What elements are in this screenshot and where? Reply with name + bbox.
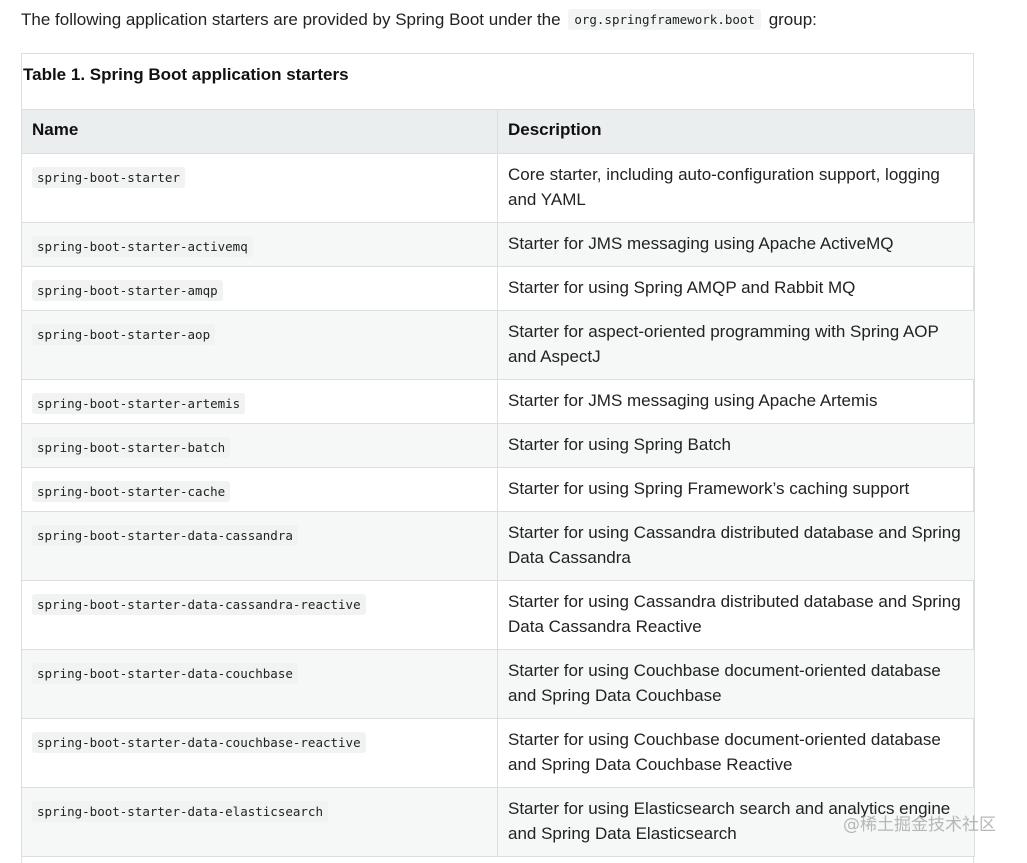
starter-description: Starter for using Cassandra distributed …	[497, 580, 975, 650]
starter-name-cell: spring-boot-starter-activemq	[21, 222, 498, 267]
table-row: spring-boot-starter-data-couchbase Start…	[21, 649, 975, 719]
starter-description: Starter for JMS messaging using Apache A…	[497, 379, 975, 424]
starter-description: Starter for using Couchbase document-ori…	[497, 718, 975, 788]
table-row: spring-boot-starter-data-cassandra-react…	[21, 580, 975, 650]
starter-description: Starter for using Couchbase document-ori…	[497, 649, 975, 719]
starter-name-cell: spring-boot-starter-batch	[21, 423, 498, 468]
starter-name-cell: spring-boot-starter-cache	[21, 467, 498, 512]
starter-name-cell: spring-boot-starter-artemis	[21, 379, 498, 424]
starter-description: Core starter, including auto-configurati…	[497, 153, 975, 223]
starter-name: spring-boot-starter-data-couchbase-react…	[32, 732, 366, 753]
starter-name: spring-boot-starter-data-cassandra	[32, 525, 298, 546]
header-description: Description	[497, 109, 975, 154]
table-header-row: Name Description	[21, 109, 975, 154]
starter-name: spring-boot-starter-aop	[32, 324, 216, 345]
header-name: Name	[21, 109, 498, 154]
intro-text-before: The following application starters are p…	[21, 10, 561, 29]
group-code: org.springframework.boot	[568, 9, 761, 30]
starter-name: spring-boot-starter-data-cassandra-react…	[32, 594, 366, 615]
starters-table: Name Description spring-boot-starter Cor…	[21, 109, 975, 857]
starter-name-cell: spring-boot-starter-data-couchbase-react…	[21, 718, 498, 788]
table-row: spring-boot-starter-amqp Starter for usi…	[21, 266, 975, 311]
starter-name: spring-boot-starter-activemq	[32, 236, 253, 257]
table-row: spring-boot-starter-data-cassandra Start…	[21, 511, 975, 581]
table-row: spring-boot-starter-data-elasticsearch S…	[21, 787, 975, 857]
starter-name-cell: spring-boot-starter-data-cassandra	[21, 511, 498, 581]
table-caption: Table 1. Spring Boot application starter…	[23, 65, 349, 84]
starter-description: Starter for using Spring Batch	[497, 423, 975, 468]
starter-description: Starter for using Spring Framework’s cac…	[497, 467, 975, 512]
starter-name-cell: spring-boot-starter	[21, 153, 498, 223]
table-row: spring-boot-starter-activemq Starter for…	[21, 222, 975, 267]
starter-name-cell: spring-boot-starter-data-cassandra-react…	[21, 580, 498, 650]
starter-name-cell: spring-boot-starter-aop	[21, 310, 498, 380]
starter-name: spring-boot-starter-artemis	[32, 393, 246, 414]
table-row: spring-boot-starter-cache Starter for us…	[21, 467, 975, 512]
starter-name-cell: spring-boot-starter-amqp	[21, 266, 498, 311]
starter-description: Starter for using Cassandra distributed …	[497, 511, 975, 581]
table-row: spring-boot-starter-data-couchbase-react…	[21, 718, 975, 788]
starter-name-cell: spring-boot-starter-data-couchbase	[21, 649, 498, 719]
table-row: spring-boot-starter Core starter, includ…	[21, 153, 975, 223]
starter-name-cell: spring-boot-starter-data-elasticsearch	[21, 787, 498, 857]
intro-paragraph: The following application starters are p…	[21, 8, 817, 33]
starters-table-block: Table 1. Spring Boot application starter…	[21, 53, 975, 863]
starter-description: Starter for JMS messaging using Apache A…	[497, 222, 975, 267]
table-row: spring-boot-starter-artemis Starter for …	[21, 379, 975, 424]
starter-name: spring-boot-starter-amqp	[32, 280, 223, 301]
table-row: spring-boot-starter-aop Starter for aspe…	[21, 310, 975, 380]
starter-name: spring-boot-starter-data-couchbase	[32, 663, 298, 684]
table-row: spring-boot-starter-batch Starter for us…	[21, 423, 975, 468]
intro-text-after: group:	[768, 10, 817, 29]
starter-name: spring-boot-starter-batch	[32, 437, 231, 458]
starter-description: Starter for aspect-oriented programming …	[497, 310, 975, 380]
starter-name: spring-boot-starter	[32, 167, 185, 188]
watermark: @稀土掘金技术社区	[843, 815, 996, 835]
starter-name: spring-boot-starter-cache	[32, 481, 231, 502]
starter-description: Starter for using Spring AMQP and Rabbit…	[497, 266, 975, 311]
starter-name: spring-boot-starter-data-elasticsearch	[32, 801, 328, 822]
